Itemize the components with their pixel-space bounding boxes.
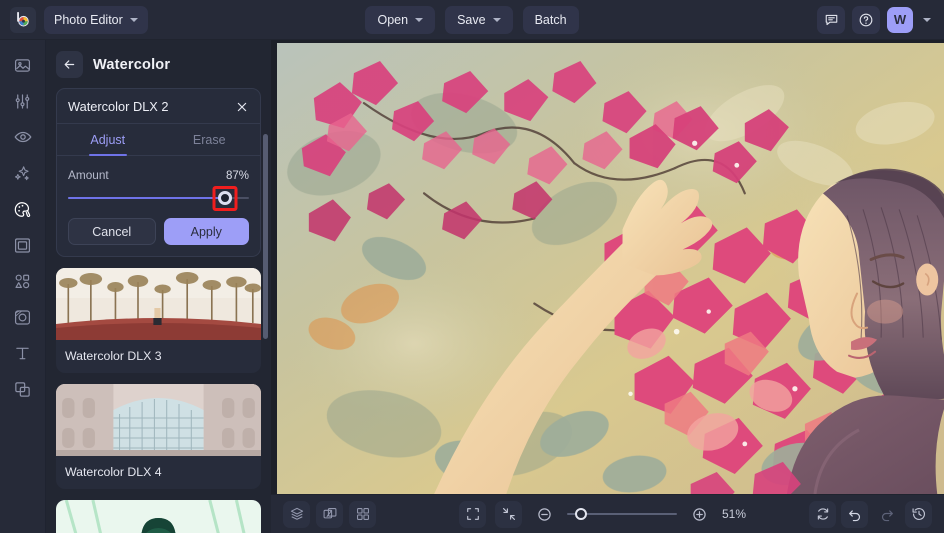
panel-header: Watercolor [46,40,271,88]
compare-button[interactable] [316,500,343,528]
zoom-out-button[interactable] [531,501,558,528]
photo-editor-app: Photo Editor Open Save Batch W Watercolo… [0,0,944,533]
editor-body: Watercolor Watercolor DLX 2 Adjust Erase… [0,40,944,533]
amount-label: Amount [68,168,109,182]
tool-rail [0,40,46,533]
sidebar-item-frame[interactable] [6,230,40,260]
redo-button[interactable] [873,501,900,528]
arrow-left-icon[interactable] [56,51,83,78]
amount-value: 87% [225,170,249,182]
bepic-logo-icon[interactable] [10,6,36,33]
account-menu-chevron-icon[interactable] [920,6,934,34]
effect-card-tabs: Adjust Erase [57,124,260,156]
sidebar-item-ai-enhance[interactable] [6,158,40,188]
slider-track-fill [68,197,226,199]
effect-settings-card: Watercolor DLX 2 Adjust Erase Amount 87%… [56,88,261,257]
zoom-level: 51% [722,507,747,521]
sidebar-item-retouch[interactable] [6,122,40,152]
fullscreen-button[interactable] [459,500,486,528]
tab-erase[interactable]: Erase [159,124,261,155]
chevron-down-icon [492,17,501,22]
preset-thumbnail [56,384,261,456]
amount-slider-row: Amount 87% [68,168,249,182]
batch-label: Batch [534,12,567,27]
app-name: Photo Editor [54,12,123,27]
sidebar-item-layers[interactable] [6,374,40,404]
undo-button[interactable] [841,500,868,528]
image-stage[interactable] [271,40,944,494]
open-label: Open [377,12,409,27]
cancel-button[interactable]: Cancel [68,218,156,245]
apply-button[interactable]: Apply [163,218,249,245]
chat-bubble-icon[interactable] [817,5,845,34]
preset-label: Watercolor DLX 4 [65,465,162,479]
bottom-bar: 51% [271,494,944,533]
app-switcher[interactable]: Photo Editor [44,5,148,34]
panel-scrollbar[interactable] [263,134,268,339]
top-bar: Photo Editor Open Save Batch W [0,0,944,40]
watercolor-photo-render [277,43,944,494]
amount-slider[interactable] [68,186,249,211]
fit-to-screen-button[interactable] [495,500,522,528]
avatar-initial: W [893,12,907,27]
zoom-in-button[interactable] [686,501,713,528]
layers-button[interactable] [283,500,310,528]
sidebar-item-text[interactable] [6,338,40,368]
top-bar-right: W [817,5,934,34]
chevron-down-icon [129,17,138,22]
save-button[interactable]: Save [445,5,513,34]
chevron-down-icon [923,17,931,22]
effect-card-actions: Cancel Apply [68,218,249,245]
history-controls [809,500,932,528]
reset-button[interactable] [809,500,836,528]
list-item[interactable] [56,500,261,533]
sidebar-item-image[interactable] [6,50,40,80]
sidebar-item-portrait[interactable] [6,302,40,332]
effect-card-body: Amount 87% Cancel Apply [57,156,260,256]
tab-adjust[interactable]: Adjust [57,124,159,155]
panel-scroll-region: Watercolor DLX 2 Adjust Erase Amount 87%… [46,88,271,533]
close-x-icon[interactable] [235,100,249,114]
sidebar-item-effects[interactable] [6,194,40,224]
effect-card-header: Watercolor DLX 2 [57,89,260,124]
sidebar-item-adjust[interactable] [6,86,40,116]
chevron-down-icon [415,17,424,22]
preset-thumbnail [56,500,261,533]
edited-photo[interactable] [277,43,944,494]
effects-panel: Watercolor Watercolor DLX 2 Adjust Erase… [46,40,271,533]
history-button[interactable] [905,500,932,528]
preset-label: Watercolor DLX 3 [65,349,162,363]
list-item[interactable]: Watercolor DLX 4 [56,384,261,489]
list-item[interactable]: Watercolor DLX 3 [56,268,261,373]
effect-name: Watercolor DLX 2 [68,99,169,114]
zoom-slider-handle[interactable] [575,508,588,520]
slider-handle[interactable] [218,191,233,205]
batch-button[interactable]: Batch [522,5,579,34]
grid-button[interactable] [349,500,376,528]
question-circle-icon[interactable] [852,5,880,34]
save-label: Save [457,12,486,27]
sidebar-item-shapes[interactable] [6,266,40,296]
canvas-area: 51% [271,40,944,533]
avatar[interactable]: W [887,6,913,33]
open-button[interactable]: Open [365,5,436,34]
zoom-slider[interactable] [567,507,677,521]
page-title: Watercolor [93,56,171,73]
preset-thumbnail [56,268,261,340]
